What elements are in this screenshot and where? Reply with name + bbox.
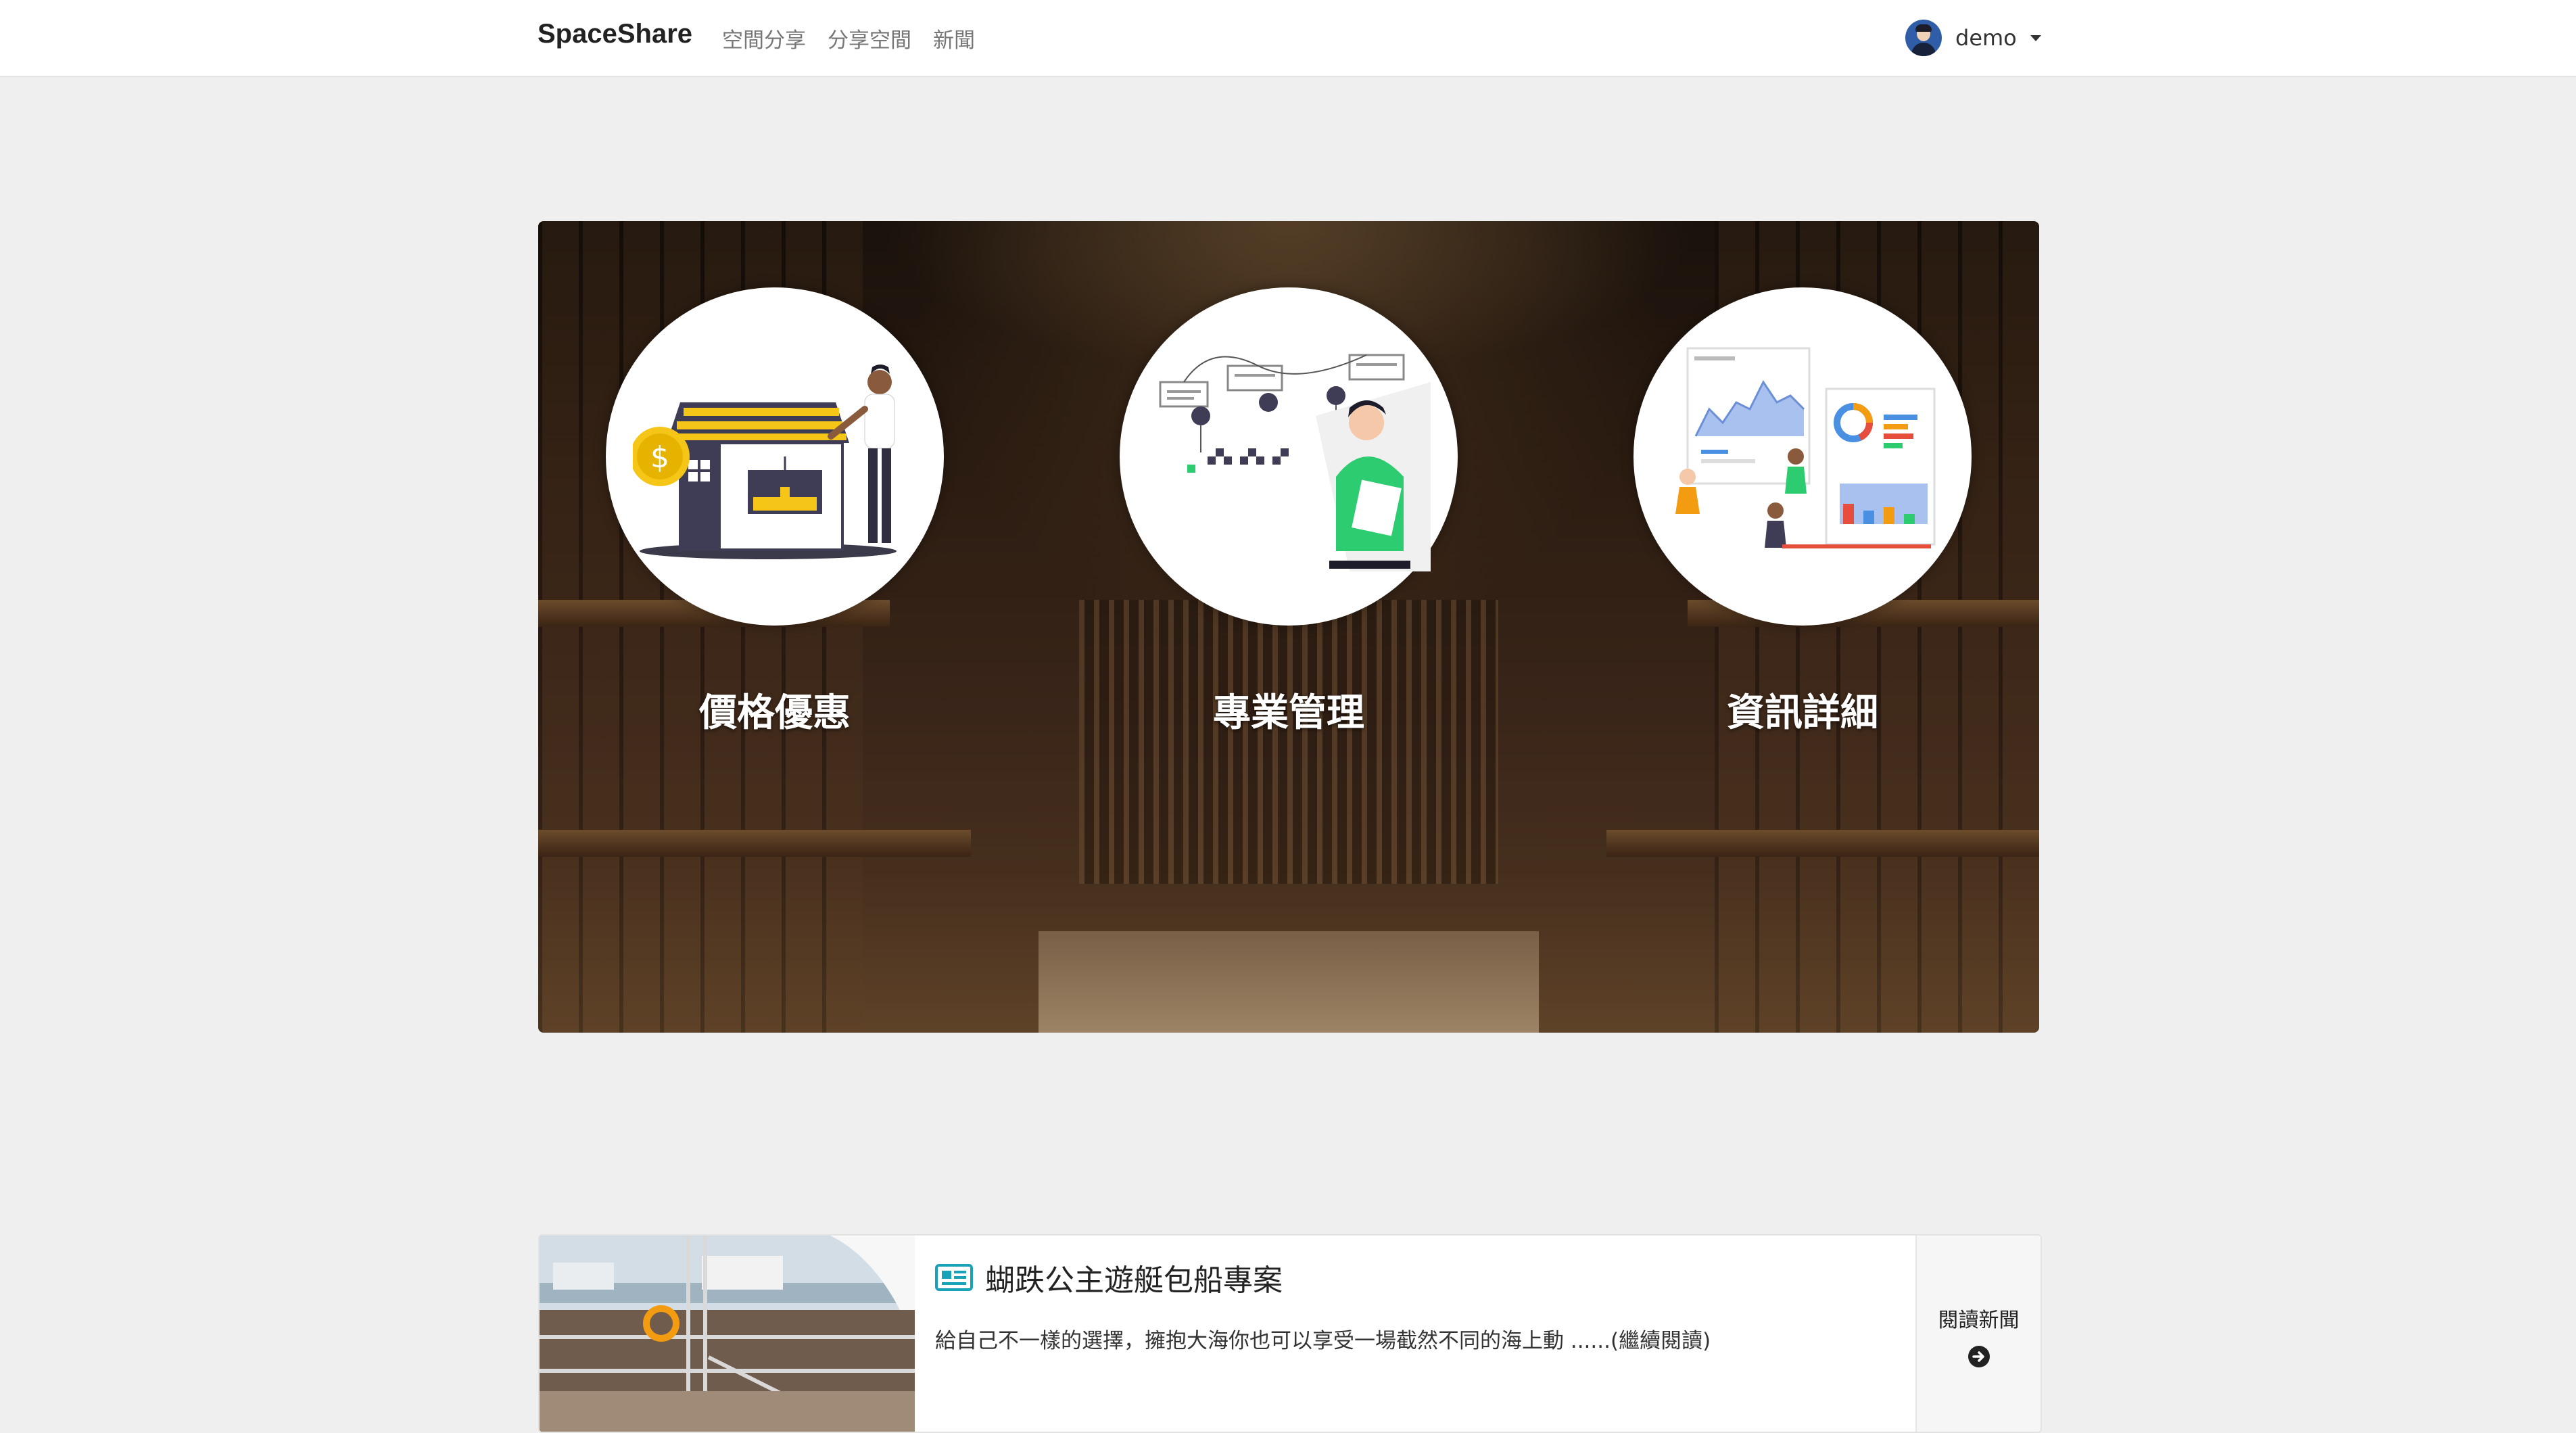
feature-price: $ 價格優惠 <box>606 287 944 737</box>
news-card: 蝴跌公主遊艇包船專案 給自己不一樣的選擇，擁抱大海你也可以享受一場截然不同的海上… <box>538 1234 2042 1433</box>
svg-text:$: $ <box>650 440 669 475</box>
yacht-deck-illustration <box>540 1236 915 1432</box>
read-news-label: 閱讀新聞 <box>1938 1309 2020 1332</box>
brand-logo[interactable]: SpaceShare <box>538 19 692 49</box>
feature-management-circle <box>1120 287 1458 626</box>
nav-link-share-space[interactable]: 分享空間 <box>828 23 911 53</box>
feature-price-circle: $ <box>606 287 944 626</box>
news-description[interactable]: 給自己不一樣的選擇，擁抱大海你也可以享受一場截然不同的海上動 ......(繼續… <box>935 1323 1746 1354</box>
read-news-button[interactable]: 閱讀新聞 <box>1915 1236 2041 1432</box>
user-menu-dropdown[interactable]: demo <box>1905 19 2041 57</box>
chevron-down-icon <box>2030 34 2041 41</box>
nav-link-news[interactable]: 新聞 <box>933 23 975 53</box>
user-avatar-icon <box>1905 20 1942 56</box>
workflow-illustration <box>1159 354 1431 571</box>
news-title-link[interactable]: 蝴跌公主遊艇包船專案 <box>935 1256 1746 1299</box>
news-title: 蝴跌公主遊艇包船專案 <box>985 1263 1283 1298</box>
feature-price-title: 價格優惠 <box>699 691 851 735</box>
news-thumbnail-image[interactable] <box>540 1236 915 1432</box>
arrow-circle-right-icon <box>1967 1346 1990 1367</box>
newspaper-icon <box>935 1264 973 1291</box>
nav-link-space-sharing[interactable]: 空間分享 <box>722 23 806 53</box>
nav-links: 空間分享 分享空間 新聞 <box>722 23 975 53</box>
news-body: 蝴跌公主遊艇包船專案 給自己不一樣的選擇，擁抱大海你也可以享受一場截然不同的海上… <box>935 1256 1746 1354</box>
feature-information: 資訊詳細 <box>1633 287 1972 737</box>
feature-information-title: 資訊詳細 <box>1727 691 1878 735</box>
feature-management: 專業管理 <box>1120 287 1458 737</box>
feature-management-title: 專業管理 <box>1213 691 1364 735</box>
hero-banner: $ 價格優惠 專業管理 資訊詳細 <box>538 221 2039 1033</box>
feature-information-circle <box>1633 287 1972 626</box>
dashboard-analytics-illustration <box>1675 347 1936 548</box>
top-navbar: SpaceShare 空間分享 分享空間 新聞 demo <box>0 0 2576 77</box>
user-name: demo <box>1955 25 2017 51</box>
house-money-illustration: $ <box>633 365 897 559</box>
